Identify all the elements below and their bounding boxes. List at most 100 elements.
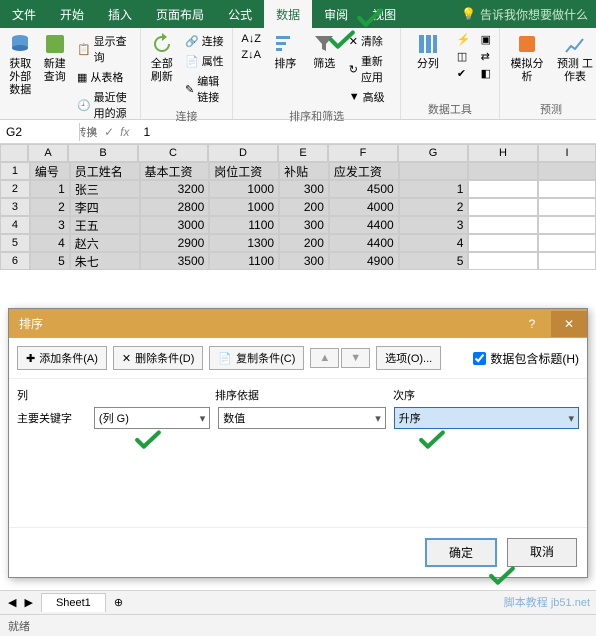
- select-all-corner[interactable]: [0, 144, 28, 162]
- cell[interactable]: 200: [279, 234, 329, 252]
- column-header[interactable]: I: [538, 144, 596, 162]
- cell[interactable]: 300: [279, 216, 329, 234]
- cell[interactable]: 3: [399, 216, 469, 234]
- from-table-button[interactable]: ▦从表格: [75, 68, 134, 86]
- move-up-button[interactable]: ▲: [310, 348, 339, 368]
- cell[interactable]: 4000: [329, 198, 399, 216]
- tab-layout[interactable]: 页面布局: [144, 0, 216, 28]
- cell[interactable]: 200: [279, 198, 329, 216]
- cell[interactable]: [468, 180, 538, 198]
- cell[interactable]: [538, 198, 596, 216]
- tab-home[interactable]: 开始: [48, 0, 96, 28]
- row-header[interactable]: 2: [0, 180, 30, 198]
- cell[interactable]: 1100: [209, 216, 279, 234]
- enter-icon[interactable]: ✓: [104, 125, 114, 139]
- tab-formulas[interactable]: 公式: [216, 0, 264, 28]
- column-header[interactable]: C: [138, 144, 208, 162]
- cell[interactable]: [538, 234, 596, 252]
- delete-condition-button[interactable]: ✕删除条件(D): [113, 346, 204, 370]
- sort-button[interactable]: 排序: [269, 32, 302, 71]
- fx-icon[interactable]: fx: [120, 125, 129, 139]
- cell[interactable]: 1000: [209, 180, 279, 198]
- row-header[interactable]: 4: [0, 216, 30, 234]
- cell[interactable]: [538, 162, 596, 180]
- external-data-button[interactable]: 获取 外部数据: [6, 32, 34, 98]
- cell[interactable]: 补贴: [279, 162, 329, 180]
- checkbox-input[interactable]: [473, 352, 486, 365]
- tab-view[interactable]: 视图: [360, 0, 408, 28]
- cell[interactable]: 5: [30, 252, 70, 270]
- cell[interactable]: [468, 252, 538, 270]
- cell[interactable]: 4: [399, 234, 469, 252]
- tell-me[interactable]: 💡 告诉我你想要做什么: [453, 0, 596, 28]
- filter-button[interactable]: 筛选: [308, 32, 341, 71]
- new-query-button[interactable]: 新建 查询: [40, 32, 68, 84]
- cell[interactable]: 1300: [209, 234, 279, 252]
- sort-on-combo[interactable]: 数值▾: [218, 407, 386, 429]
- cell[interactable]: 3200: [140, 180, 210, 198]
- worksheet-grid[interactable]: ABCDEFGHI 1编号员工姓名基本工资岗位工资补贴应发工资21张三32001…: [0, 144, 596, 270]
- cell[interactable]: 赵六: [70, 234, 140, 252]
- row-header[interactable]: 6: [0, 252, 30, 270]
- cell[interactable]: 4: [30, 234, 70, 252]
- add-condition-button[interactable]: ✚添加条件(A): [17, 346, 107, 370]
- refresh-all-button[interactable]: 全部刷新: [147, 32, 177, 84]
- reapply-button[interactable]: ↻重新应用: [347, 52, 394, 86]
- column-header[interactable]: F: [328, 144, 398, 162]
- name-box[interactable]: G2: [0, 123, 80, 141]
- cell[interactable]: 1: [399, 180, 469, 198]
- prev-sheet-button[interactable]: ◀: [8, 596, 16, 609]
- column-header[interactable]: E: [278, 144, 328, 162]
- cell[interactable]: 300: [279, 180, 329, 198]
- column-header[interactable]: G: [398, 144, 468, 162]
- cell[interactable]: 3000: [140, 216, 210, 234]
- cell[interactable]: [399, 162, 469, 180]
- sort-az-button[interactable]: A↓Z: [239, 32, 263, 46]
- show-queries-button[interactable]: 📋显示查询: [75, 32, 134, 66]
- column-header[interactable]: A: [28, 144, 68, 162]
- cell[interactable]: [538, 252, 596, 270]
- new-sheet-button[interactable]: ⊕: [114, 596, 123, 609]
- cell[interactable]: 300: [279, 252, 329, 270]
- cell[interactable]: [468, 234, 538, 252]
- order-combo[interactable]: 升序▾: [394, 407, 579, 429]
- formula-input[interactable]: 1: [137, 123, 596, 141]
- cell[interactable]: 2: [30, 198, 70, 216]
- what-if-button[interactable]: 模拟分析: [506, 32, 548, 84]
- cell[interactable]: 3500: [140, 252, 210, 270]
- ok-button[interactable]: 确定: [425, 538, 497, 567]
- cell[interactable]: [468, 216, 538, 234]
- row-header[interactable]: 1: [0, 162, 30, 180]
- cell[interactable]: 4900: [329, 252, 399, 270]
- cancel-button[interactable]: 取消: [507, 538, 577, 567]
- remove-dup-button[interactable]: ◫: [455, 49, 473, 64]
- cell[interactable]: 张三: [70, 180, 140, 198]
- consolidate-button[interactable]: ▣: [479, 32, 493, 47]
- cell[interactable]: [468, 198, 538, 216]
- cell[interactable]: 岗位工资: [209, 162, 279, 180]
- sheet-tab[interactable]: Sheet1: [41, 593, 106, 612]
- cell[interactable]: 4500: [329, 180, 399, 198]
- cell[interactable]: [468, 162, 538, 180]
- has-headers-checkbox[interactable]: 数据包含标题(H): [473, 350, 579, 367]
- cell[interactable]: 员工姓名: [70, 162, 140, 180]
- help-button[interactable]: ?: [517, 317, 547, 331]
- properties-button[interactable]: 📄属性: [183, 52, 226, 70]
- sort-za-button[interactable]: Z↓A: [239, 48, 263, 62]
- tab-file[interactable]: 文件: [0, 0, 48, 28]
- tab-insert[interactable]: 插入: [96, 0, 144, 28]
- close-button[interactable]: ✕: [551, 311, 587, 337]
- cell[interactable]: 基本工资: [140, 162, 210, 180]
- copy-condition-button[interactable]: 📄复制条件(C): [209, 346, 304, 370]
- cell[interactable]: 4400: [329, 216, 399, 234]
- advanced-button[interactable]: ▼高级: [347, 88, 394, 106]
- edit-links-button[interactable]: ✎编辑链接: [183, 72, 226, 106]
- cell[interactable]: 2900: [140, 234, 210, 252]
- cell[interactable]: 王五: [70, 216, 140, 234]
- dialog-titlebar[interactable]: 排序 ? ✕: [9, 309, 587, 338]
- relations-button[interactable]: ⇄: [479, 49, 493, 64]
- cell[interactable]: [538, 216, 596, 234]
- cell[interactable]: 2800: [140, 198, 210, 216]
- forecast-button[interactable]: 预测 工作表: [554, 32, 596, 84]
- tab-review[interactable]: 审阅: [312, 0, 360, 28]
